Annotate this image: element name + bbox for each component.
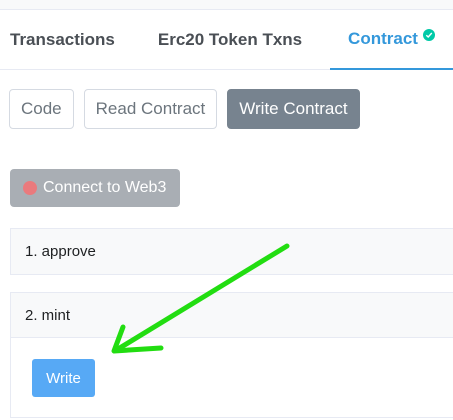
tab-contract[interactable]: Contract bbox=[330, 10, 453, 70]
contract-subnav: Code Read Contract Write Contract bbox=[9, 89, 360, 129]
write-contract-button[interactable]: Write Contract bbox=[227, 89, 360, 129]
function-label-approve: 1. approve bbox=[25, 243, 96, 260]
function-header-approve[interactable]: 1. approve bbox=[11, 229, 453, 274]
tab-transactions-label: Transactions bbox=[10, 30, 115, 49]
function-header-mint[interactable]: 2. mint bbox=[11, 293, 453, 338]
connect-label: Connect to Web3 bbox=[43, 179, 167, 196]
function-panel-approve: 1. approve bbox=[10, 228, 453, 275]
function-body-mint: Write bbox=[11, 338, 453, 418]
check-circle-icon bbox=[422, 29, 435, 41]
page: Transactions Erc20 Token Txns Contract C… bbox=[0, 0, 453, 420]
top-strip bbox=[0, 0, 453, 10]
connect-to-web3-button[interactable]: Connect to Web3 bbox=[10, 169, 180, 207]
tab-erc20-label: Erc20 Token Txns bbox=[157, 30, 303, 49]
read-contract-button[interactable]: Read Contract bbox=[83, 89, 218, 129]
code-button[interactable]: Code bbox=[9, 89, 74, 129]
tab-bar: Transactions Erc20 Token Txns Contract bbox=[0, 10, 453, 70]
status-dot-icon bbox=[23, 181, 37, 195]
tab-erc20-token-txns[interactable]: Erc20 Token Txns bbox=[140, 10, 320, 70]
tab-contract-label: Contract bbox=[348, 29, 418, 48]
function-panel-mint: 2. mint Write bbox=[10, 292, 453, 418]
function-label-mint: 2. mint bbox=[25, 306, 71, 324]
tab-transactions[interactable]: Transactions bbox=[0, 10, 128, 70]
write-button[interactable]: Write bbox=[32, 359, 95, 397]
